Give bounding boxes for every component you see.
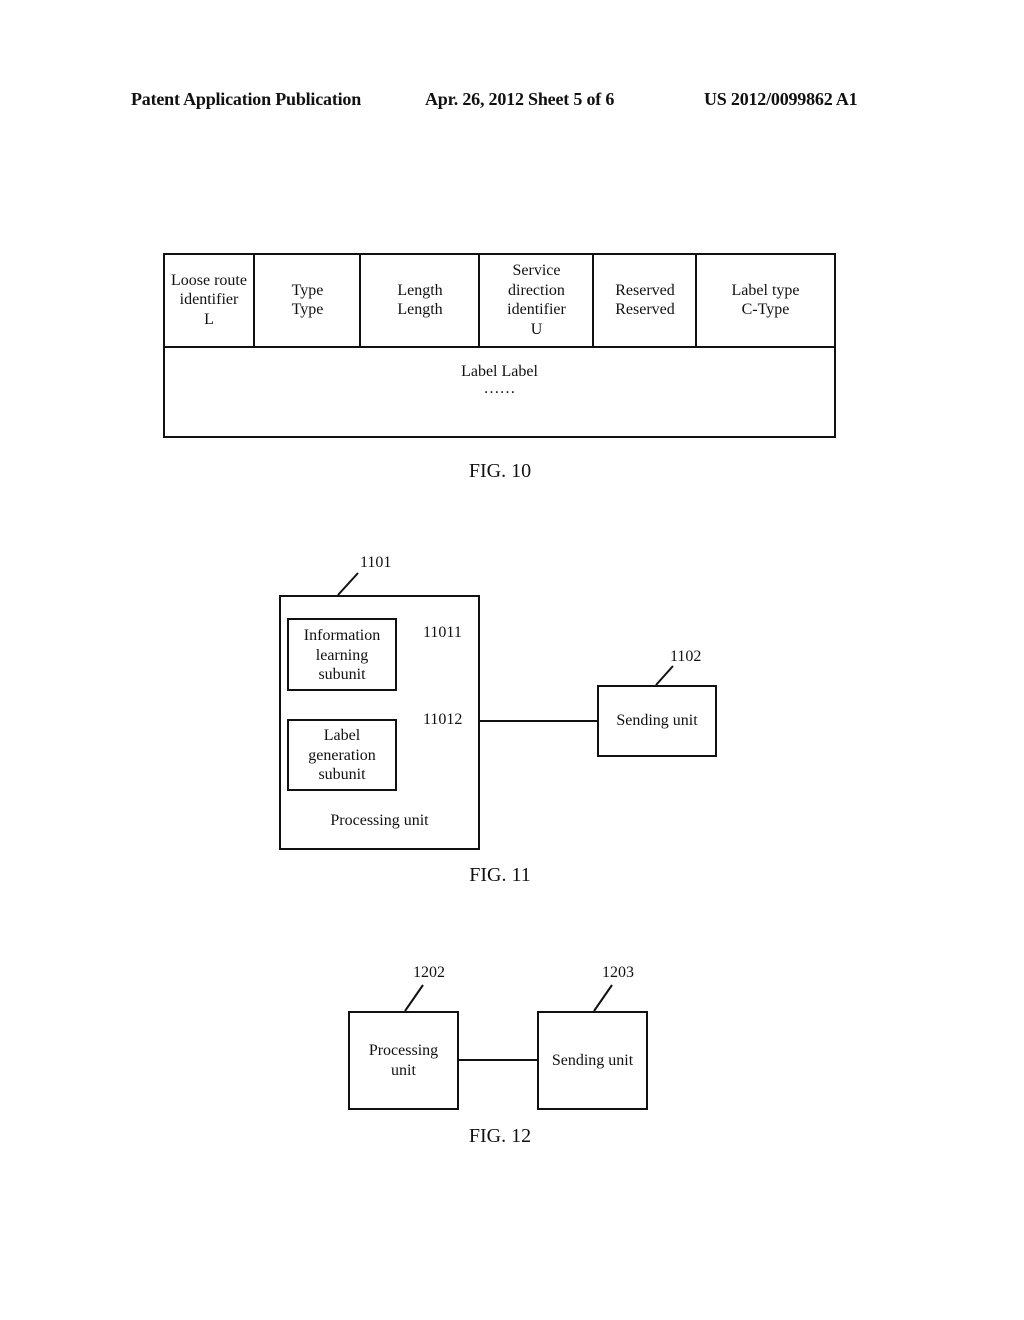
leader-1203 [593, 984, 613, 1012]
fig12-caption: FIG. 12 [468, 1125, 532, 1147]
leader-1102 [655, 665, 674, 686]
fig12-processing-unit-box: Processing unit [348, 1011, 459, 1110]
box-line: subunit [318, 766, 366, 783]
sending-unit-box: Sending unit [597, 685, 717, 757]
box-line: Label [323, 727, 361, 744]
ref-1203: 1203 [602, 964, 634, 981]
leader-1202 [404, 984, 424, 1012]
ref-1102: 1102 [670, 648, 702, 665]
processing-unit-label: Processing unit [330, 812, 429, 829]
leader-1101 [337, 572, 359, 596]
box-line: generation [308, 746, 376, 764]
sending-unit-label: Sending unit [551, 1051, 634, 1069]
box-line: subunit [318, 666, 366, 683]
fig11-caption: FIG. 11 [469, 864, 531, 886]
ref-1101: 1101 [360, 554, 392, 571]
box-line: unit [391, 1061, 416, 1079]
box-line: learning [315, 646, 369, 664]
fig12-sending-unit-box: Sending unit [537, 1011, 648, 1110]
ref-1202: 1202 [413, 964, 445, 981]
box-line: Processing [368, 1042, 439, 1059]
ref-11012: 11012 [423, 711, 463, 728]
box-line: Information [303, 627, 381, 644]
ref-11011: 11011 [423, 624, 462, 641]
sending-unit-label: Sending unit [616, 712, 698, 730]
leader-lines [337, 572, 674, 1061]
information-learning-subunit-box: Information learning subunit [287, 618, 397, 691]
label-generation-subunit-box: Label generation subunit [287, 719, 397, 791]
